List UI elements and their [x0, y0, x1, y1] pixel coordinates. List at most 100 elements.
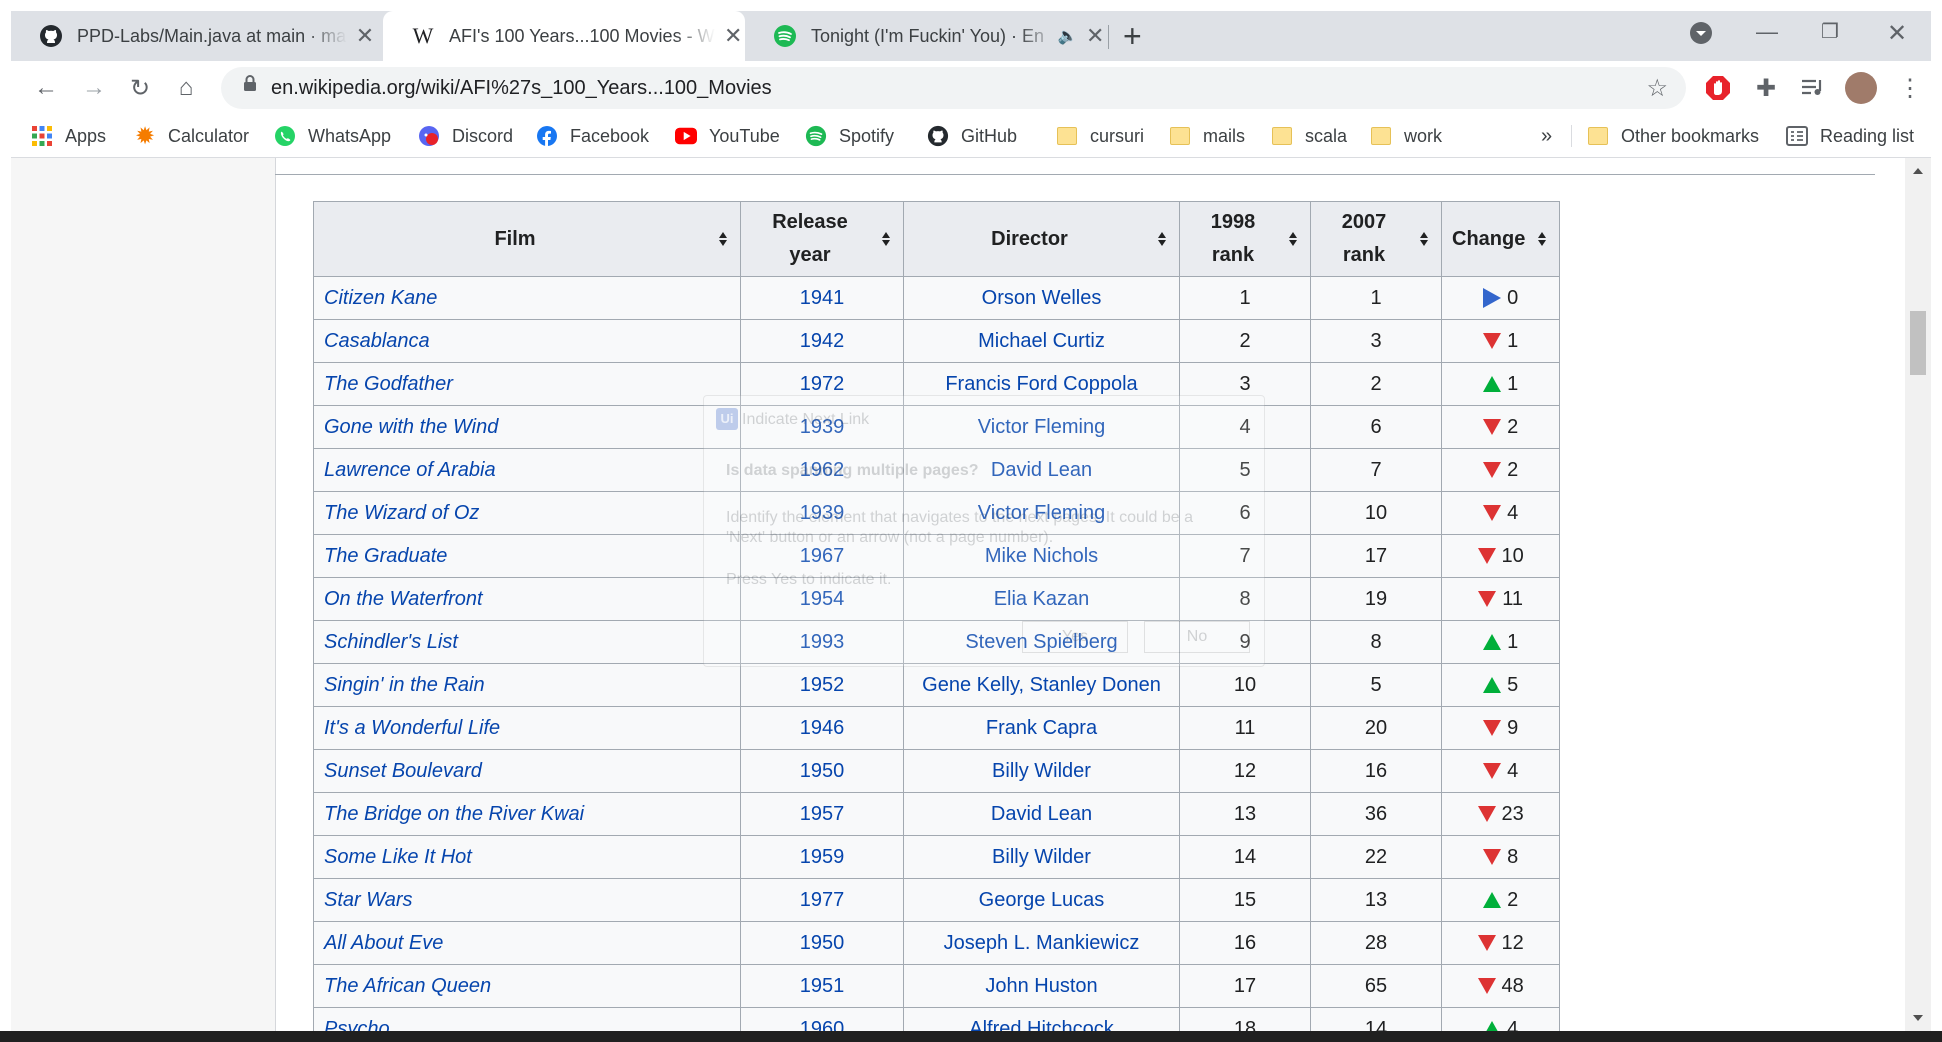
sort-icon[interactable]: [718, 231, 728, 247]
release-year-link[interactable]: 1950: [740, 921, 904, 965]
tab-wikipedia[interactable]: W AFI's 100 Years...100 Movies - Wi ✕: [383, 11, 745, 61]
media-queue-icon[interactable]: [1798, 73, 1828, 103]
bookmark-github[interactable]: GitHub: [927, 123, 1017, 149]
close-icon[interactable]: ✕: [1084, 23, 1107, 49]
film-link[interactable]: Casablanca: [313, 319, 741, 363]
bookmark-calculator[interactable]: ✹ Calculator: [134, 123, 249, 150]
bookmark-spotify[interactable]: Spotify: [805, 123, 894, 149]
tab-github[interactable]: PPD-Labs/Main.java at main · ma ✕: [11, 11, 383, 61]
window-close-icon[interactable]: ✕: [1887, 19, 1907, 48]
release-year-link[interactable]: 1960: [740, 1007, 904, 1031]
sort-icon[interactable]: [1419, 231, 1429, 247]
bookmark-whatsapp[interactable]: WhatsApp: [274, 123, 391, 149]
reload-icon[interactable]: ↻: [123, 71, 157, 105]
release-year-link[interactable]: 1941: [740, 276, 904, 320]
film-link[interactable]: Some Like It Hot: [313, 835, 741, 879]
home-icon[interactable]: ⌂: [169, 71, 203, 105]
bookmarks-overflow-button[interactable]: »: [1541, 123, 1552, 149]
director-link[interactable]: Joseph L. Mankiewicz: [903, 921, 1180, 965]
film-link[interactable]: Psycho: [313, 1007, 741, 1031]
tab-spotify[interactable]: Tonight (I'm Fuckin' You) · En 🔈 ✕: [745, 11, 1107, 61]
bookmark-folder-work[interactable]: work: [1370, 123, 1442, 149]
speaker-icon[interactable]: 🔈: [1058, 26, 1078, 46]
director-link[interactable]: George Lucas: [903, 878, 1180, 922]
rank-2007: 7: [1310, 448, 1442, 492]
scroll-down-icon[interactable]: [1913, 1015, 1923, 1021]
close-icon[interactable]: ✕: [353, 23, 377, 49]
avatar[interactable]: [1845, 72, 1877, 104]
menu-icon[interactable]: ⋮: [1895, 73, 1925, 103]
director-link[interactable]: Alfred Hitchcock: [903, 1007, 1180, 1031]
film-link[interactable]: Sunset Boulevard: [313, 749, 741, 793]
scroll-up-icon[interactable]: [1913, 168, 1923, 174]
column-header-1998-rank[interactable]: 1998 rank: [1179, 201, 1311, 277]
adblock-icon[interactable]: [1703, 73, 1733, 103]
release-year-link[interactable]: 1950: [740, 749, 904, 793]
release-year-link[interactable]: 1952: [740, 663, 904, 707]
close-icon[interactable]: ✕: [721, 23, 745, 49]
director-link[interactable]: John Huston: [903, 964, 1180, 1008]
bookmark-discord[interactable]: Discord: [418, 123, 513, 149]
director-link[interactable]: Frank Capra: [903, 706, 1180, 750]
film-link[interactable]: The African Queen: [313, 964, 741, 1008]
yes-button[interactable]: Yes: [1022, 621, 1128, 653]
restore-icon[interactable]: ❐: [1821, 19, 1839, 44]
no-button[interactable]: No: [1144, 621, 1250, 653]
film-link[interactable]: On the Waterfront: [313, 577, 741, 621]
column-header-release-year[interactable]: Release year: [740, 201, 904, 277]
column-header-director[interactable]: Director: [903, 201, 1180, 277]
back-icon[interactable]: ←: [29, 71, 63, 105]
director-link[interactable]: Michael Curtiz: [903, 319, 1180, 363]
other-bookmarks[interactable]: Other bookmarks: [1587, 123, 1759, 149]
tab-search-icon[interactable]: [1689, 21, 1713, 51]
scrollbar-thumb[interactable]: [1910, 311, 1926, 375]
reading-list[interactable]: Reading list: [1786, 123, 1914, 149]
film-link[interactable]: The Godfather: [313, 362, 741, 406]
bookmark-folder-mails[interactable]: mails: [1169, 123, 1245, 149]
bookmark-folder-scala[interactable]: scala: [1271, 123, 1347, 149]
director-link[interactable]: Gene Kelly, Stanley Donen: [903, 663, 1180, 707]
release-year-link[interactable]: 1977: [740, 878, 904, 922]
release-year-link[interactable]: 1942: [740, 319, 904, 363]
bookmark-apps[interactable]: Apps: [31, 123, 106, 149]
film-link[interactable]: Gone with the Wind: [313, 405, 741, 449]
film-link[interactable]: Citizen Kane: [313, 276, 741, 320]
director-link[interactable]: Billy Wilder: [903, 835, 1180, 879]
film-link[interactable]: All About Eve: [313, 921, 741, 965]
extensions-icon[interactable]: ✚: [1751, 73, 1781, 103]
column-header-film[interactable]: Film: [313, 201, 741, 277]
folder-icon: [1271, 125, 1293, 147]
column-header-2007-rank[interactable]: 2007 rank: [1310, 201, 1442, 277]
bookmark-folder-cursuri[interactable]: cursuri: [1056, 123, 1144, 149]
film-link[interactable]: The Wizard of Oz: [313, 491, 741, 535]
director-link[interactable]: David Lean: [903, 792, 1180, 836]
bookmark-star-icon[interactable]: ☆: [1646, 74, 1668, 103]
film-link[interactable]: The Bridge on the River Kwai: [313, 792, 741, 836]
film-link[interactable]: Schindler's List: [313, 620, 741, 664]
release-year-link[interactable]: 1946: [740, 706, 904, 750]
film-link[interactable]: It's a Wonderful Life: [313, 706, 741, 750]
sort-icon[interactable]: [881, 231, 891, 247]
vertical-scrollbar[interactable]: [1905, 158, 1931, 1031]
forward-icon[interactable]: →: [77, 71, 111, 105]
film-link[interactable]: Star Wars: [313, 878, 741, 922]
bookmark-facebook[interactable]: Facebook: [536, 123, 649, 149]
address-bar[interactable]: en.wikipedia.org/wiki/AFI%27s_100_Years.…: [221, 67, 1686, 109]
sort-icon[interactable]: [1288, 231, 1298, 247]
director-link[interactable]: Billy Wilder: [903, 749, 1180, 793]
sort-icon[interactable]: [1537, 231, 1547, 247]
film-link[interactable]: The Graduate: [313, 534, 741, 578]
release-year-link[interactable]: 1951: [740, 964, 904, 1008]
film-link[interactable]: Singin' in the Rain: [313, 663, 741, 707]
minimize-icon[interactable]: —: [1756, 19, 1778, 45]
director-link[interactable]: Orson Welles: [903, 276, 1180, 320]
release-year-link[interactable]: 1957: [740, 792, 904, 836]
new-tab-icon[interactable]: +: [1123, 19, 1142, 53]
column-header-change[interactable]: Change: [1440, 201, 1561, 277]
rank-change: 0: [1440, 276, 1561, 320]
release-year-link[interactable]: 1959: [740, 835, 904, 879]
rank-2007: 6: [1310, 405, 1442, 449]
bookmark-youtube[interactable]: YouTube: [675, 123, 780, 149]
sort-icon[interactable]: [1157, 231, 1167, 247]
film-link[interactable]: Lawrence of Arabia: [313, 448, 741, 492]
